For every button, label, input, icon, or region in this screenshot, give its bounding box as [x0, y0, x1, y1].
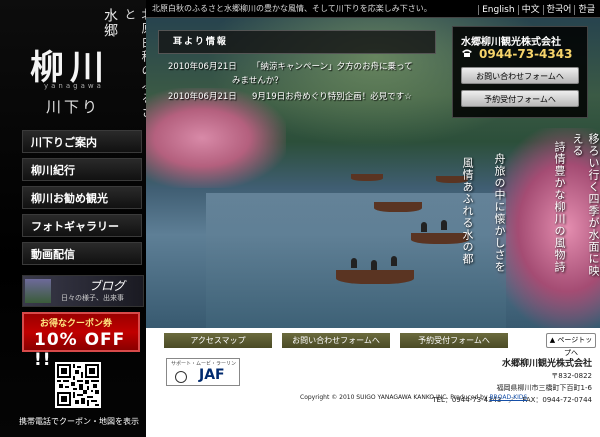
logo-roman: yanagawa — [44, 82, 104, 90]
company-name: 水郷柳川観光株式会社 — [461, 37, 561, 48]
blog-title: ブログ — [89, 279, 126, 293]
vertical-poem: 移ろい行く四季が水面に映える 詩情豊かな柳川の風物詩 舟旅の中に懐かしさを 風情… — [451, 133, 600, 283]
poem-line: 風情あふれる水の都 — [461, 157, 474, 265]
news-link[interactable]: 9月19日お舟めぐり特別企画！必見です☆ — [252, 90, 438, 102]
main-nav: 川下りご案内 柳川紀行 柳川お勧め観光 フォトギャラリー 動画配信 — [22, 130, 142, 270]
poem-line: 移ろい行く四季が水面に映える — [571, 133, 600, 277]
blog-banner[interactable]: ブログ 日々の様子、出来事 — [22, 275, 144, 307]
copyright-text: Copyright © 2010 SUIGO YANAGAWA KANKO IN… — [300, 394, 488, 401]
lang-korean-alt[interactable]: 한글 — [574, 5, 598, 15]
blog-thumbnail — [25, 279, 51, 303]
news-item-continued: みませんか？ — [158, 76, 436, 86]
boat — [374, 202, 422, 212]
phone-number[interactable]: 0944-73-4343 — [479, 47, 572, 61]
nav-item-sightseeing[interactable]: 柳川お勧め観光 — [22, 186, 142, 209]
phone-icon — [462, 49, 472, 57]
sidebar: 水郷 北原白秋のふるさと 柳川 yanagawa 川下り 川下りご案内 柳川紀行… — [0, 0, 154, 437]
coupon-label: お得なクーポン券 — [40, 319, 113, 329]
news-date: 2010年06月21日 — [168, 92, 237, 102]
news-header: 耳より情報 — [158, 30, 436, 54]
producer-link[interactable]: BROAD-KIDS — [489, 394, 527, 401]
jaf-banner[interactable]: サポート・ムービ・ラーリン JAF — [166, 358, 240, 386]
reserve-form-button[interactable]: 予約受付フォームへ — [461, 90, 579, 107]
jaf-logo-text: JAF — [199, 367, 225, 383]
language-switcher: English 中文 한국어 한글 — [478, 2, 598, 15]
footer-area: アクセスマップ お問い合わせフォームへ 予約受付フォームへ ▲ ページトップへ … — [146, 328, 600, 437]
news-panel: 耳より情報 2010年06月21日 「納涼キャンペーン」夕方のお舟に乗って みま… — [158, 30, 436, 110]
poem-line: 舟旅の中に懐かしさを — [493, 153, 506, 273]
lang-chinese[interactable]: 中文 — [517, 5, 543, 15]
nav-item-travelogue[interactable]: 柳川紀行 — [22, 158, 142, 181]
lang-english[interactable]: English — [478, 5, 518, 15]
boat-person — [391, 256, 397, 266]
contact-form-link[interactable]: お問い合わせフォームへ — [282, 333, 390, 348]
logo-region: 水郷 — [102, 8, 118, 38]
contact-form-button[interactable]: お問い合わせフォームへ — [461, 67, 579, 84]
nav-item-video[interactable]: 動画配信 — [22, 242, 142, 265]
boat-person — [371, 260, 377, 270]
mobile-note: 携帯電話でクーポン・地図を表示 — [19, 417, 139, 426]
jaf-caption: サポート・ムービ・ラーリン — [171, 361, 237, 367]
boat-person — [421, 222, 427, 232]
news-date: 2010年06月21日 — [168, 62, 237, 72]
company-contact-box: 水郷柳川観光株式会社 0944-73-4343 お問い合わせフォームへ 予約受付… — [452, 26, 588, 118]
boat — [351, 174, 383, 181]
top-bar: 北原白秋のふるさと水郷柳川の豊かな風情、そして川下りを応楽しみ下さい。 Engl… — [146, 0, 600, 18]
hero-image: 耳より情報 2010年06月21日 「納涼キャンペーン」夕方のお舟に乗って みま… — [146, 18, 600, 328]
boat-person — [351, 258, 357, 268]
nav-item-guide[interactable]: 川下りご案内 — [22, 130, 142, 153]
reserve-form-link[interactable]: 予約受付フォームへ — [400, 333, 508, 348]
copyright: Copyright © 2010 SUIGO YANAGAWA KANKO IN… — [300, 394, 527, 401]
boat-person — [441, 220, 447, 230]
logo-activity: 川下り — [46, 98, 101, 116]
news-link[interactable]: 「納涼キャンペーン」夕方のお舟に乗って — [252, 60, 438, 72]
boat — [336, 270, 414, 284]
nav-item-gallery[interactable]: フォトギャラリー — [22, 214, 142, 237]
page-top-button[interactable]: ▲ ページトップへ — [546, 333, 596, 357]
qr-code-icon — [55, 362, 101, 408]
footer-company-name: 水郷柳川観光株式会社 — [501, 359, 592, 369]
coupon-banner[interactable]: お得なクーポン券 10% OFF !! — [22, 312, 140, 370]
news-item: 2010年06月21日 9月19日お舟めぐり特別企画！必見です☆ — [158, 84, 436, 106]
site-logo[interactable]: 水郷 北原白秋のふるさと 柳川 yanagawa 川下り — [0, 0, 154, 125]
blog-subtitle: 日々の様子、出来事 — [61, 294, 124, 302]
site-tagline: 北原白秋のふるさと水郷柳川の豊かな風情、そして川下りを応楽しみ下さい。 — [152, 4, 432, 13]
footer-postal: 〒832-0822 — [551, 372, 592, 380]
access-map-button[interactable]: アクセスマップ — [164, 333, 272, 348]
news-item: 2010年06月21日 「納涼キャンペーン」夕方のお舟に乗って — [158, 54, 436, 76]
jaf-emblem-icon — [175, 371, 187, 383]
footer-address: 福岡県柳川市三橋町下百町1-6 — [496, 384, 592, 392]
lang-korean[interactable]: 한국어 — [542, 5, 575, 15]
poem-line: 詩情豊かな柳川の風物詩 — [553, 141, 566, 273]
